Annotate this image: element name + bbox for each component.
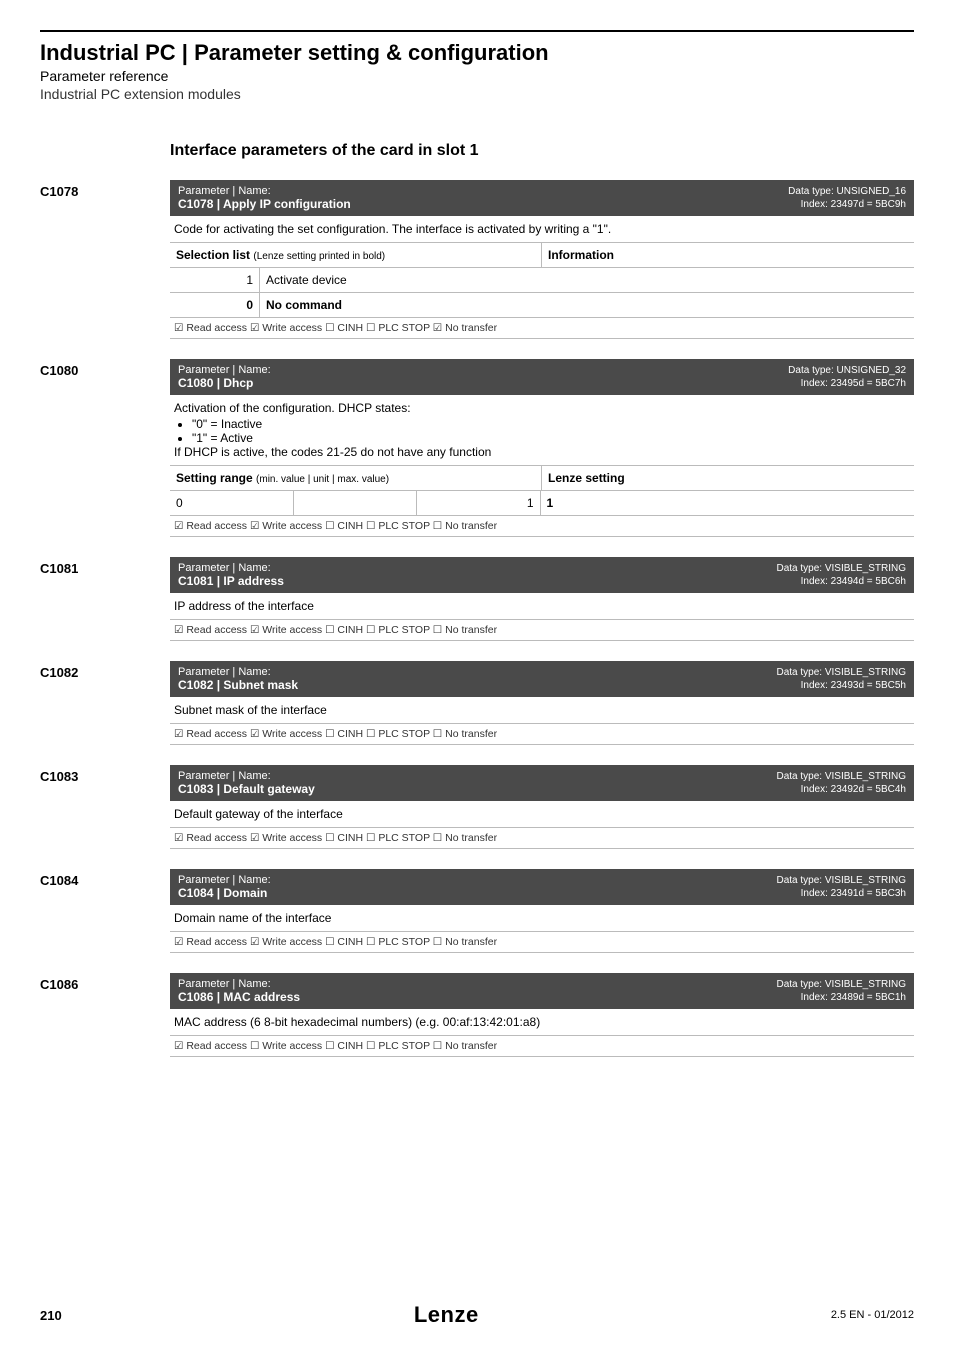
param-code: C1083 bbox=[40, 765, 170, 849]
page-footer: 210 Lenze 2.5 EN - 01/2012 bbox=[40, 1302, 914, 1328]
param-c1082: C1082 Parameter | Name: C1082 | Subnet m… bbox=[40, 661, 914, 745]
param-name: C1082 | Subnet mask bbox=[178, 678, 298, 692]
param-index: Index: 23495d = 5BC7h bbox=[788, 377, 906, 390]
param-index: Index: 23497d = 5BC9h bbox=[788, 198, 906, 211]
param-index: Index: 23489d = 5BC1h bbox=[777, 991, 907, 1004]
access-flags: ☑ Read access ☐ Write access ☐ CINH ☐ PL… bbox=[170, 1036, 914, 1057]
access-flags: ☑ Read access ☑ Write access ☐ CINH ☐ PL… bbox=[170, 620, 914, 641]
param-c1080: C1080 Parameter | Name: C1080 | Dhcp Dat… bbox=[40, 359, 914, 537]
param-c1078: C1078 Parameter | Name: C1078 | Apply IP… bbox=[40, 180, 914, 339]
desc-line: If DHCP is active, the codes 21-25 do no… bbox=[174, 445, 491, 459]
param-code: C1086 bbox=[40, 973, 170, 1057]
param-header: Parameter | Name: C1084 | Domain Data ty… bbox=[170, 869, 914, 905]
page-subtitle-2: Industrial PC extension modules bbox=[40, 86, 914, 102]
access-flags: ☑ Read access ☑ Write access ☐ CINH ☐ PL… bbox=[170, 828, 914, 849]
param-c1086: C1086 Parameter | Name: C1086 | MAC addr… bbox=[40, 973, 914, 1057]
section-title: Interface parameters of the card in slot… bbox=[170, 142, 914, 160]
param-label: Parameter | Name: bbox=[178, 185, 351, 197]
param-label: Parameter | Name: bbox=[178, 364, 271, 376]
param-header: Parameter | Name: C1080 | Dhcp Data type… bbox=[170, 359, 914, 395]
param-header: Parameter | Name: C1086 | MAC address Da… bbox=[170, 973, 914, 1009]
sel-small: (Lenze setting printed in bold) bbox=[253, 251, 385, 262]
access-flags: ☑ Read access ☑ Write access ☐ CINH ☐ PL… bbox=[170, 932, 914, 953]
selection-row: 0 No command bbox=[170, 293, 914, 318]
param-dtype: Data type: UNSIGNED_32 bbox=[788, 364, 906, 377]
set-lenze: 1 bbox=[541, 491, 913, 515]
desc-bullet: "1" = Active bbox=[192, 431, 910, 445]
sel-label-text: No command bbox=[260, 293, 542, 317]
param-dtype: Data type: UNSIGNED_16 bbox=[788, 185, 906, 198]
sel-num: 1 bbox=[170, 268, 260, 292]
selection-row: 1 Activate device bbox=[170, 268, 914, 293]
param-code: C1080 bbox=[40, 359, 170, 537]
setting-row: 0 1 1 bbox=[170, 491, 914, 516]
sel-label-text: Activate device bbox=[260, 268, 542, 292]
param-c1083: C1083 Parameter | Name: C1083 | Default … bbox=[40, 765, 914, 849]
set-small: (min. value | unit | max. value) bbox=[256, 474, 389, 485]
param-dtype: Data type: VISIBLE_STRING bbox=[777, 978, 907, 991]
lenze-setting-label: Lenze setting bbox=[542, 466, 914, 490]
param-desc: Domain name of the interface bbox=[170, 905, 914, 932]
param-dtype: Data type: VISIBLE_STRING bbox=[777, 666, 907, 679]
param-desc: Activation of the configuration. DHCP st… bbox=[170, 395, 914, 466]
set-label: Setting range bbox=[176, 471, 253, 485]
selection-list-label: Selection list (Lenze setting printed in… bbox=[170, 243, 542, 267]
param-name: C1083 | Default gateway bbox=[178, 782, 315, 796]
param-label: Parameter | Name: bbox=[178, 874, 271, 886]
access-flags: ☑ Read access ☑ Write access ☐ CINH ☐ PL… bbox=[170, 724, 914, 745]
param-desc: Code for activating the set configuratio… bbox=[170, 216, 914, 243]
param-name: C1081 | IP address bbox=[178, 574, 284, 588]
param-header: Parameter | Name: C1081 | IP address Dat… bbox=[170, 557, 914, 593]
set-max: 1 bbox=[417, 491, 541, 515]
param-code: C1081 bbox=[40, 557, 170, 641]
param-code: C1078 bbox=[40, 180, 170, 339]
sel-info bbox=[542, 293, 914, 317]
param-name: C1086 | MAC address bbox=[178, 990, 300, 1004]
access-flags: ☑ Read access ☑ Write access ☐ CINH ☐ PL… bbox=[170, 516, 914, 537]
param-c1081: C1081 Parameter | Name: C1081 | IP addre… bbox=[40, 557, 914, 641]
param-name: C1084 | Domain bbox=[178, 886, 271, 900]
sel-info bbox=[542, 268, 914, 292]
param-label: Parameter | Name: bbox=[178, 666, 298, 678]
param-header: Parameter | Name: C1083 | Default gatewa… bbox=[170, 765, 914, 801]
access-flags: ☑ Read access ☑ Write access ☐ CINH ☐ PL… bbox=[170, 318, 914, 339]
sel-label: Selection list bbox=[176, 248, 250, 262]
page-number: 210 bbox=[40, 1308, 62, 1323]
param-name: C1080 | Dhcp bbox=[178, 376, 271, 390]
top-rule bbox=[40, 30, 914, 32]
param-dtype: Data type: VISIBLE_STRING bbox=[777, 562, 907, 575]
param-dtype: Data type: VISIBLE_STRING bbox=[777, 874, 907, 887]
param-header: Parameter | Name: C1082 | Subnet mask Da… bbox=[170, 661, 914, 697]
param-desc: Default gateway of the interface bbox=[170, 801, 914, 828]
param-code: C1082 bbox=[40, 661, 170, 745]
param-label: Parameter | Name: bbox=[178, 562, 284, 574]
desc-bullet: "0" = Inactive bbox=[192, 417, 910, 431]
page-subtitle-1: Parameter reference bbox=[40, 68, 914, 84]
sel-num: 0 bbox=[170, 293, 260, 317]
desc-line: Activation of the configuration. DHCP st… bbox=[174, 401, 411, 415]
param-index: Index: 23492d = 5BC4h bbox=[777, 783, 907, 796]
param-name: C1078 | Apply IP configuration bbox=[178, 197, 351, 211]
param-label: Parameter | Name: bbox=[178, 770, 315, 782]
param-desc: MAC address (6 8-bit hexadecimal numbers… bbox=[170, 1009, 914, 1036]
param-c1084: C1084 Parameter | Name: C1084 | Domain D… bbox=[40, 869, 914, 953]
param-desc: Subnet mask of the interface bbox=[170, 697, 914, 724]
param-dtype: Data type: VISIBLE_STRING bbox=[777, 770, 907, 783]
set-unit bbox=[294, 491, 418, 515]
param-index: Index: 23491d = 5BC3h bbox=[777, 887, 907, 900]
setting-range-label: Setting range (min. value | unit | max. … bbox=[170, 466, 542, 490]
brand-logo: Lenze bbox=[414, 1302, 479, 1328]
page-title: Industrial PC | Parameter setting & conf… bbox=[40, 40, 914, 66]
param-index: Index: 23493d = 5BC5h bbox=[777, 679, 907, 692]
revision-text: 2.5 EN - 01/2012 bbox=[831, 1309, 914, 1321]
information-label: Information bbox=[542, 243, 914, 267]
param-desc: IP address of the interface bbox=[170, 593, 914, 620]
param-index: Index: 23494d = 5BC6h bbox=[777, 575, 907, 588]
param-label: Parameter | Name: bbox=[178, 978, 300, 990]
set-min: 0 bbox=[170, 491, 294, 515]
param-header: Parameter | Name: C1078 | Apply IP confi… bbox=[170, 180, 914, 216]
param-code: C1084 bbox=[40, 869, 170, 953]
